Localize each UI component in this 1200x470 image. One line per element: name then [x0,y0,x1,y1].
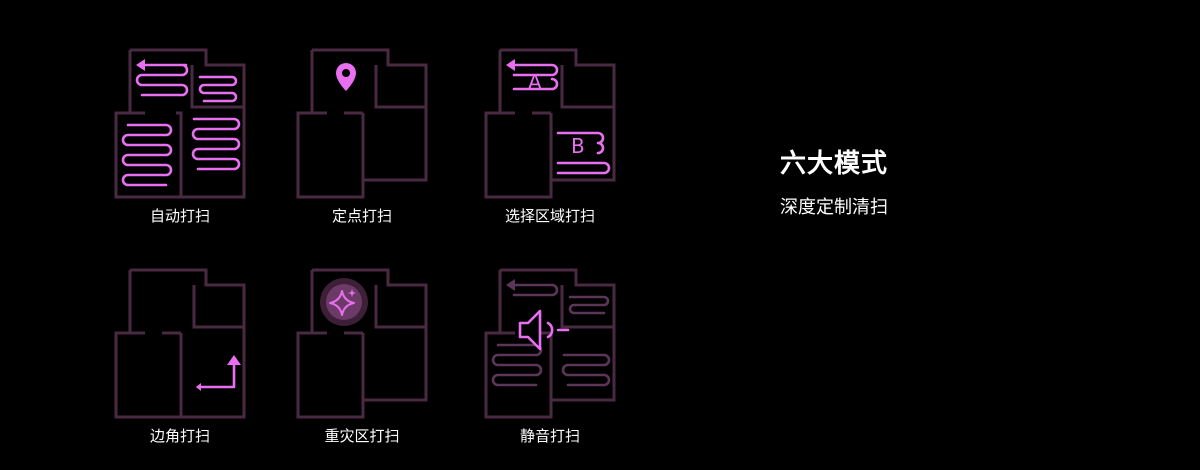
auto-clean-icon [114,48,246,199]
mode-label: 定点打扫 [331,207,392,225]
corner-clean-icon [114,268,246,419]
mode-label: 自动打扫 [149,207,210,225]
page-subtitle: 深度定制清扫 [780,197,888,218]
mode-label: 重灾区打扫 [324,427,400,445]
deep-clean-icon [296,268,428,419]
page-title: 六大模式 [780,149,889,179]
zone-b-letter: B [571,134,585,158]
zone-clean-icon: A B [484,48,616,199]
quiet-clean-icon [484,268,616,419]
mode-label: 选择区域打扫 [504,207,595,225]
zone-a-letter: A [528,70,542,94]
spot-clean-icon [296,48,428,199]
mode-label: 静音打扫 [519,427,580,445]
mode-label: 边角打扫 [149,427,210,445]
